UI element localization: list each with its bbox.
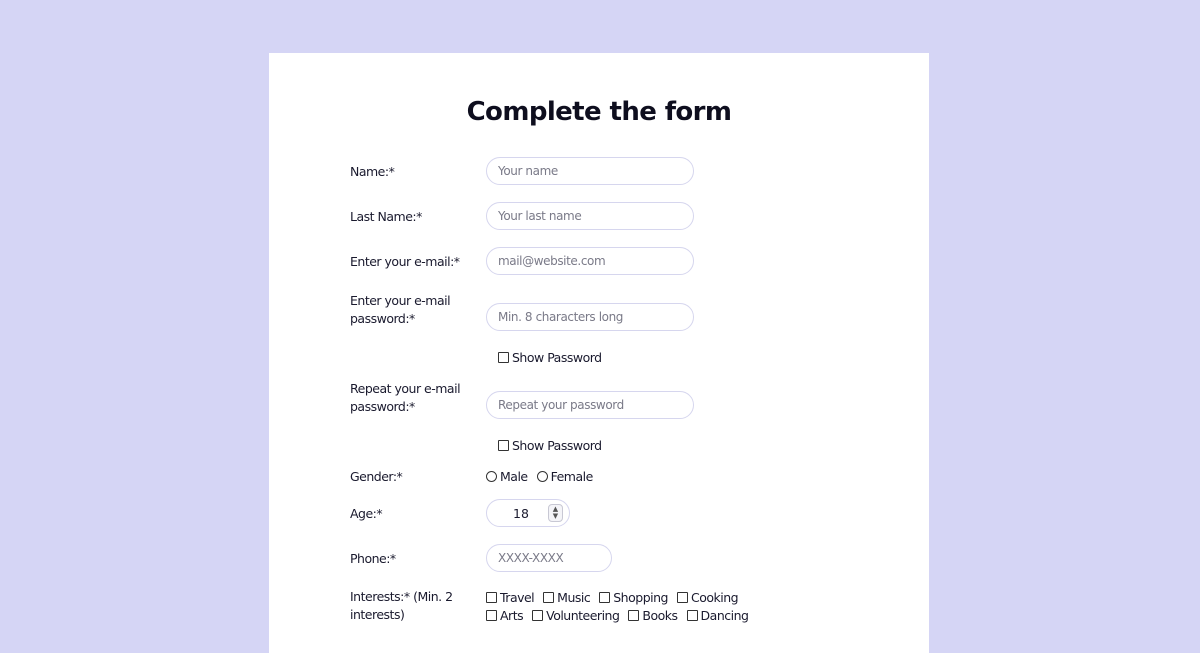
last-name-input[interactable] [486, 202, 694, 230]
interests-label: Interests:* (Min. 2 interests) [350, 589, 453, 622]
music-checkbox[interactable] [543, 592, 555, 603]
age-label: Age:* [350, 506, 383, 521]
last-name-label: Last Name:* [350, 209, 422, 224]
travel-checkbox[interactable] [486, 592, 497, 603]
gender-option-male[interactable]: Male [486, 469, 528, 484]
female-label: Female [550, 469, 594, 484]
repeat-password-label: Repeat your e-mail password:* [350, 381, 461, 414]
interest-dancing[interactable]: Dancing [686, 608, 749, 623]
name-input[interactable] [486, 157, 694, 185]
interests-row-2: Arts Volunteering Books Dancing [486, 608, 757, 623]
email-label: Enter your e-mail:* [350, 254, 460, 269]
email-input[interactable] [486, 247, 694, 275]
cooking-label: Cooking [690, 590, 739, 605]
books-label: Books [642, 608, 678, 623]
male-label: Male [500, 469, 528, 484]
cooking-checkbox[interactable] [676, 592, 688, 603]
show-password-toggle[interactable]: Show Password [498, 350, 602, 365]
phone-label: Phone:* [350, 551, 396, 566]
password-label: Enter your e-mail password:* [350, 293, 451, 326]
interest-music[interactable]: Music [543, 590, 591, 605]
age-value[interactable]: 18 [513, 506, 529, 521]
gender-label: Gender:* [350, 469, 403, 484]
female-radio[interactable] [536, 471, 548, 482]
interest-travel[interactable]: Travel [486, 590, 535, 605]
show-repeat-password-checkbox[interactable] [498, 440, 509, 451]
interest-shopping[interactable]: Shopping [599, 590, 668, 605]
gender-options: Male Female [486, 469, 602, 484]
name-label: Name:* [350, 164, 395, 179]
travel-label: Travel [500, 590, 535, 605]
password-input[interactable] [486, 303, 694, 331]
interest-volunteering[interactable]: Volunteering [532, 608, 620, 623]
phone-input[interactable] [486, 544, 612, 572]
form-card: Complete the form Name:* Last Name:* Ent… [269, 53, 929, 653]
shopping-checkbox[interactable] [599, 592, 611, 603]
volunteering-checkbox[interactable] [532, 610, 544, 621]
gender-option-female[interactable]: Female [536, 469, 594, 484]
volunteering-label: Volunteering [546, 608, 620, 623]
spinner-icon[interactable]: ▲ ▼ [548, 504, 563, 522]
page-title: Complete the form [466, 97, 732, 127]
show-repeat-password-label: Show Password [512, 438, 602, 453]
interests-row-1: Travel Music Shopping Cooking [486, 590, 747, 605]
interest-cooking[interactable]: Cooking [676, 590, 739, 605]
books-checkbox[interactable] [628, 610, 640, 621]
arts-label: Arts [500, 608, 524, 623]
repeat-password-input[interactable] [486, 391, 694, 419]
interest-books[interactable]: Books [628, 608, 678, 623]
shopping-label: Shopping [613, 590, 668, 605]
show-password-checkbox[interactable] [498, 352, 509, 363]
show-repeat-password-toggle[interactable]: Show Password [498, 438, 602, 453]
interest-arts[interactable]: Arts [486, 608, 524, 623]
male-radio[interactable] [486, 471, 497, 482]
music-label: Music [557, 590, 591, 605]
age-stepper[interactable]: 18 ▲ ▼ [486, 499, 570, 527]
show-password-label: Show Password [512, 350, 602, 365]
arts-checkbox[interactable] [486, 610, 497, 621]
dancing-label: Dancing [700, 608, 749, 623]
dancing-checkbox[interactable] [686, 610, 698, 621]
